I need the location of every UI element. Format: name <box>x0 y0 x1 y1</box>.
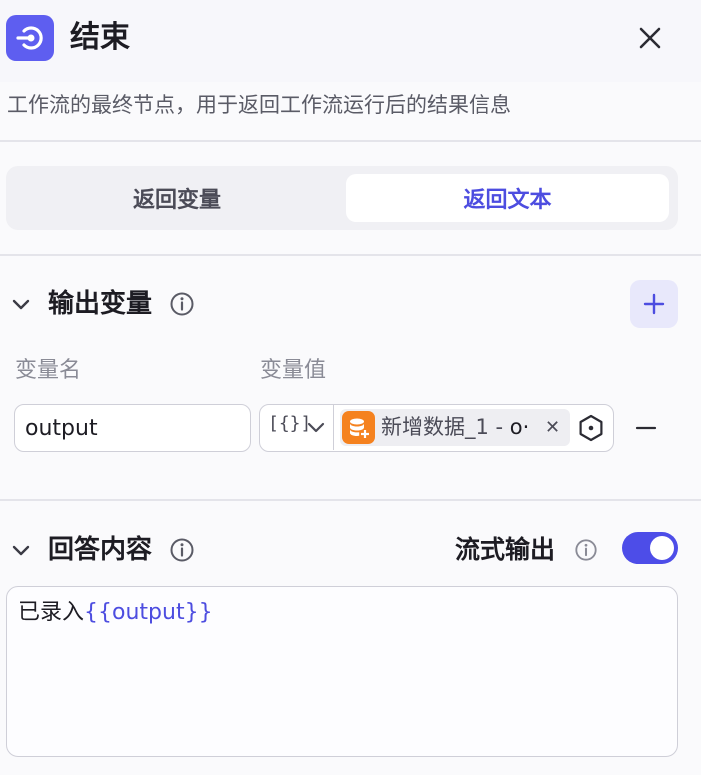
variable-type-select[interactable]: [{}] <box>260 405 334 450</box>
minus-icon <box>635 426 657 430</box>
stream-output-toggle[interactable] <box>622 532 678 564</box>
answer-text: 已录入 <box>18 600 85 625</box>
plus-icon <box>643 293 665 315</box>
end-node-icon <box>6 15 54 61</box>
variable-reference-tag[interactable]: 新增数据_1 - o· ✕ <box>340 409 570 446</box>
divider <box>0 499 701 501</box>
panel-header: 结束 <box>0 0 701 82</box>
chevron-down-icon[interactable] <box>10 540 32 562</box>
node-description: 工作流的最终节点，用于返回工作流运行后的结果信息 <box>7 93 511 117</box>
remove-reference-icon[interactable]: ✕ <box>545 411 560 444</box>
toggle-knob <box>650 536 674 560</box>
object-type-icon: [{}] <box>268 413 312 434</box>
chevron-down-icon <box>307 422 325 433</box>
reference-label: 新增数据_1 - o· <box>381 415 530 439</box>
answer-section-title: 回答内容 <box>48 535 153 565</box>
variable-name-input[interactable] <box>14 404 251 452</box>
add-variable-button[interactable] <box>630 280 678 328</box>
node-title[interactable]: 结束 <box>70 18 130 58</box>
info-icon[interactable] <box>169 291 195 317</box>
column-label-value: 变量值 <box>260 358 327 383</box>
output-section-title: 输出变量 <box>48 289 153 319</box>
remove-variable-button[interactable] <box>632 414 660 442</box>
variable-value-field: [{}] 新增数据_1 - o· ✕ <box>259 404 614 452</box>
tab-return-text[interactable]: 返回文本 <box>346 174 669 222</box>
return-mode-tabs: 返回变量 返回文本 <box>6 166 678 230</box>
database-icon <box>342 411 375 444</box>
close-button[interactable] <box>632 20 668 56</box>
close-icon <box>639 27 661 49</box>
column-label-name: 变量名 <box>15 358 82 383</box>
variable-picker-icon[interactable] <box>576 413 606 443</box>
chevron-down-icon[interactable] <box>10 294 32 316</box>
info-icon[interactable] <box>169 537 195 563</box>
divider <box>0 140 701 142</box>
info-icon[interactable] <box>574 538 598 562</box>
answer-content-editor[interactable]: 已录入{{output}} <box>6 586 678 757</box>
stream-output-label: 流式输出 <box>455 535 556 564</box>
output-section-header: 输出变量 <box>0 282 701 326</box>
divider <box>0 254 701 256</box>
answer-variable-token: {{output}} <box>84 600 213 625</box>
tab-return-variables[interactable]: 返回变量 <box>12 174 342 222</box>
